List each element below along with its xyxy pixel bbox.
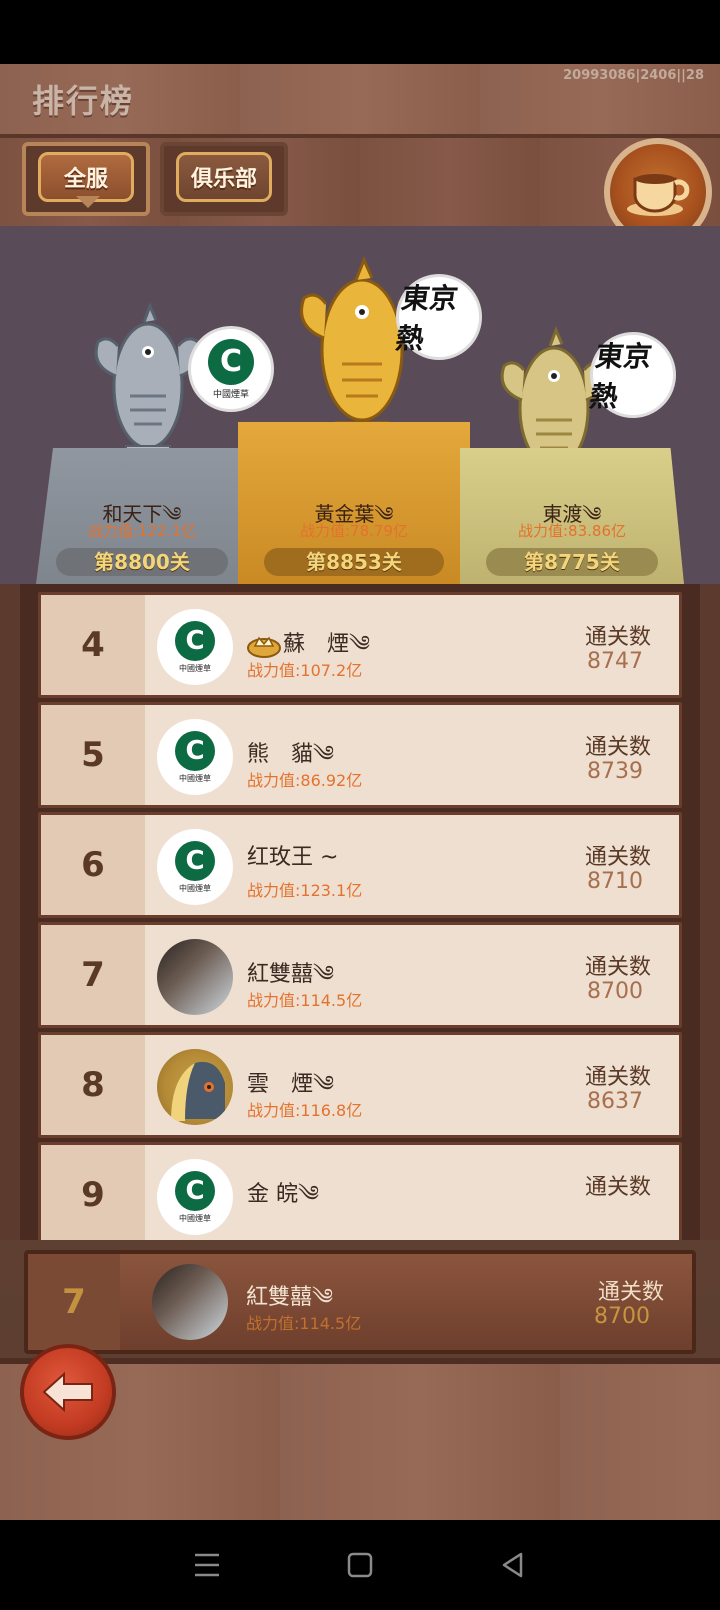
stat-label: 通关数 [584,1065,651,1090]
coffee-cup-icon [627,174,690,216]
rank-number: 6 [41,815,145,915]
stat-value: 8637 [587,1089,643,1114]
avatar: C 中國煙草 [157,829,233,905]
back-nav-button[interactable] [493,1545,533,1585]
ranking-list-scroll[interactable]: 4 C 中國煙草 蘇 煙༄ 战力值:107.2亿 通关数 8747 5 C 中國… [20,584,700,1240]
list-row-rank-8[interactable]: 8 雲 煙༄ 战力值:116.8亿 通关数 8637 [38,1032,682,1138]
club-logo-icon: C [175,730,215,771]
stat-value: 8700 [587,979,643,1004]
avatar: C 中國煙草 [157,719,233,795]
tab-club[interactable]: 俱乐部 [176,152,272,202]
podium-power: 战力值:78.79亿 [300,522,408,540]
avatar: C 中國煙草 [157,1159,233,1235]
stat-label: 通关数 [584,735,651,760]
rank-number: 7 [41,925,145,1025]
back-arrow-icon [42,1371,93,1413]
rank-2-logo: C 中國煙草 [188,326,274,412]
menu-icon [194,1553,219,1577]
list-row-rank-9[interactable]: 9 C 中國煙草 金 皖༄ 通关数 [38,1142,682,1240]
page-title: 排行榜 [32,82,135,120]
menu-nav-button[interactable] [187,1545,227,1585]
rank-3-logo: 東京熱 [588,332,676,418]
podium-level: 第8800关 [56,548,228,576]
leaderboard-screen: 排行榜 20993086|2406||28 全服 俱乐部 2 [0,64,720,1520]
pedestal-rank-1[interactable]: 黃金葉༄ 战力值:78.79亿 第8853关 [238,422,470,584]
podium-level: 第8775关 [486,548,658,576]
avatar-photo [157,939,233,1015]
stat-value: 8710 [587,869,643,894]
rank-1-logo: 東京熱 [394,274,482,360]
list-row-rank-7[interactable]: 7 紅雙囍༄ 战力值:114.5亿 通关数 8700 [38,922,682,1028]
back-triangle-icon [503,1552,523,1578]
club-logo-icon: C [208,338,254,385]
avatar: C 中國煙草 [157,609,233,685]
my-stat-label: 通关数 [597,1280,664,1305]
player-power: 战力值:86.92亿 [247,771,363,790]
status-bar [0,0,720,64]
header-bar: 排行榜 20993086|2406||28 [0,64,720,138]
player-power: 战力值:116.8亿 [247,1101,363,1120]
list-row-rank-6[interactable]: 6 C 中國煙草 红玫王 ~ 战力值:123.1亿 通关数 8710 [38,812,682,918]
list-row-rank-4[interactable]: 4 C 中國煙草 蘇 煙༄ 战力值:107.2亿 通关数 8747 [38,592,682,698]
my-avatar [152,1264,228,1340]
tab-all-server[interactable]: 全服 [38,152,134,202]
player-power: 战力值:114.5亿 [247,991,363,1010]
my-rank-bar[interactable]: 7 紅雙囍༄ 战力值:114.5亿 通关数 8700 [24,1250,696,1354]
stat-value: 8747 [587,649,643,674]
stat-label: 通关数 [584,845,651,870]
club-logo-icon: C [175,840,215,881]
avatar-anime [157,1049,233,1125]
fish-character-icon [171,1061,225,1121]
stat-label: 通关数 [584,955,651,980]
home-nav-button[interactable] [340,1545,380,1585]
club-logo-icon: C [175,620,215,661]
tab-pointer-icon [76,196,100,208]
podium-area: 2 C 中國煙草 1 東京熱 3 [0,226,720,584]
ranking-list[interactable]: 4 C 中國煙草 蘇 煙༄ 战力值:107.2亿 通关数 8747 5 C 中國… [0,584,720,1240]
my-power: 战力值:114.5亿 [246,1314,362,1333]
podium-power: 战力值:122.1亿 [88,522,196,540]
stat-label: 通关数 [584,1175,651,1200]
rank-number: 8 [41,1035,145,1135]
system-nav-bar [0,1520,720,1610]
version-label: 20993086|2406||28 [563,68,704,83]
crown-badge-icon [247,636,281,658]
player-power: 战力值:123.1亿 [247,881,363,900]
player-name: 金 皖༄ [247,1182,320,1207]
podium-level: 第8853关 [264,548,444,576]
rank-number: 5 [41,705,145,805]
list-row-rank-5[interactable]: 5 C 中國煙草 熊 貓༄ 战力值:86.92亿 通关数 8739 [38,702,682,808]
stat-label: 通关数 [584,625,651,650]
tab-frame-club: 俱乐部 [160,142,288,216]
my-stat-value: 8700 [594,1304,650,1329]
pedestal-rank-2[interactable]: 和天下༄ 战力值:122.1亿 第8800关 [36,448,248,584]
player-name: 红玫王 ~ [247,845,339,870]
pedestal-rank-3[interactable]: 東渡༄ 战力值:83.86亿 第8775关 [460,448,684,584]
podium-power: 战力值:83.86亿 [518,522,626,540]
rank-number: 4 [41,595,145,695]
home-square-icon [347,1552,373,1578]
stat-value: 8739 [587,759,643,784]
rank-number: 9 [41,1145,145,1240]
back-button[interactable] [20,1344,116,1440]
player-power: 战力值:107.2亿 [247,661,363,680]
club-logo-icon: C [175,1170,215,1211]
my-rank-number: 7 [28,1254,120,1350]
